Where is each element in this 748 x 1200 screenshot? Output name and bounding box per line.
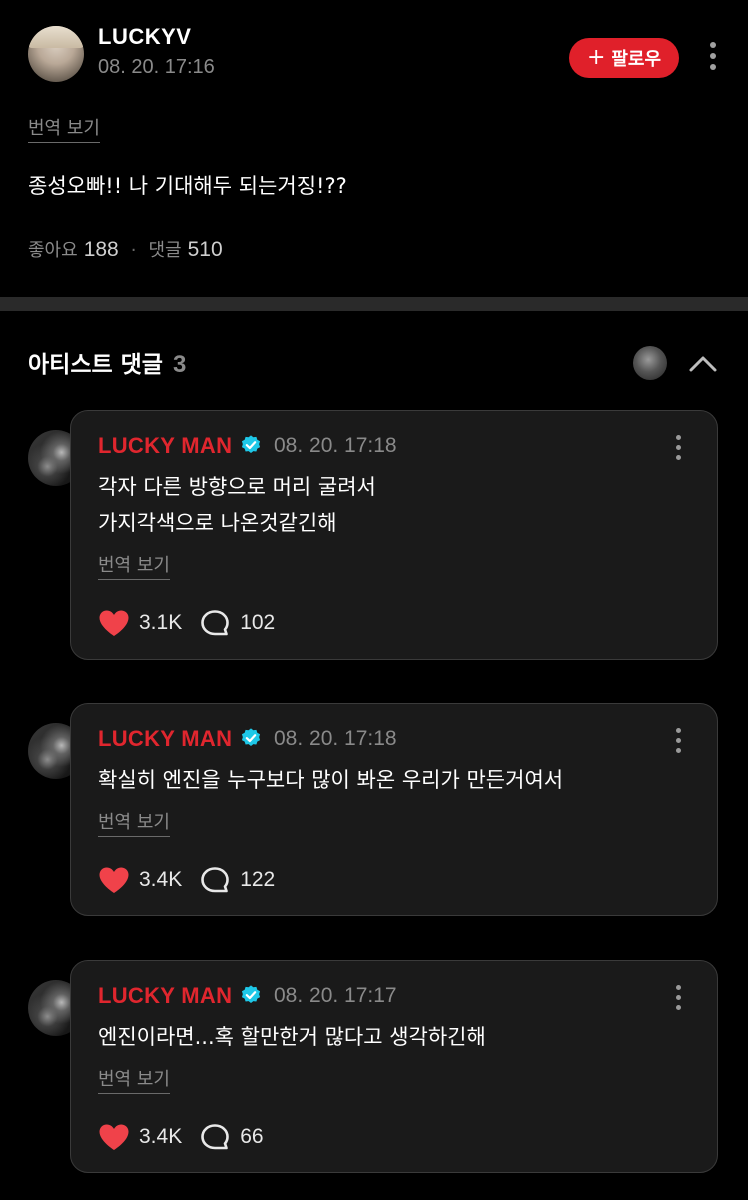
collapse-button[interactable] — [686, 350, 720, 376]
comment-text-line: 각자 다른 방향으로 머리 굴려서 — [98, 475, 376, 499]
reply-button[interactable]: 102 — [200, 609, 275, 637]
post-body-text: 종성오빠!! 나 기대해두 되는거징!?? — [28, 174, 347, 198]
like-button[interactable]: 3.4K — [98, 866, 182, 894]
comment-author-name[interactable]: LUCKY MAN — [98, 433, 232, 459]
artist-comment-card: LUCKY MAN 08. 20. 17:18 각자 다른 방향으로 머리 굴려… — [70, 410, 718, 660]
likes-count[interactable]: 188 — [84, 238, 119, 262]
comment-text: 확실히 엔진을 누구보다 많이 봐온 우리가 만든거여서 — [98, 762, 658, 798]
artist-comments-title: 아티스트 댓글 — [28, 352, 163, 378]
heart-icon — [99, 610, 129, 636]
reply-count: 122 — [240, 868, 276, 891]
artist-comments-header: 아티스트 댓글 3 — [28, 345, 186, 379]
comment-text-line: 엔진이라면...혹 할만한거 많다고 생각하긴해 — [98, 1025, 486, 1049]
comment-timestamp: 08. 20. 17:18 — [274, 434, 397, 457]
comment-text-line: 가지각색으로 나온것같긴해 — [98, 511, 337, 535]
post-stats: 좋아요 188 · 댓글 510 — [28, 236, 223, 262]
comment-translate-link[interactable]: 번역 보기 — [98, 1065, 170, 1094]
like-count: 3.4K — [139, 868, 183, 891]
more-options-icon[interactable] — [709, 42, 717, 70]
like-count: 3.4K — [139, 1125, 183, 1148]
post-translate-link[interactable]: 번역 보기 — [28, 114, 100, 143]
comment-actions: 3.4K 66 — [98, 1123, 264, 1151]
comment-actions: 3.1K 102 — [98, 609, 275, 637]
more-options-icon[interactable] — [674, 985, 682, 1010]
comment-timestamp: 08. 20. 17:17 — [274, 984, 397, 1007]
post-timestamp: 08. 20. 17:16 — [98, 56, 215, 78]
reply-count: 66 — [240, 1125, 264, 1148]
verified-badge-icon — [241, 985, 261, 1003]
artist-comment-card: LUCKY MAN 08. 20. 17:17 엔진이라면...혹 할만한거 많… — [70, 960, 718, 1173]
comment-author-name[interactable]: LUCKY MAN — [98, 983, 232, 1009]
comments-count[interactable]: 510 — [188, 238, 223, 262]
artist-comments-count: 3 — [172, 351, 187, 378]
reply-button[interactable]: 66 — [200, 1123, 264, 1151]
speech-bubble-icon — [201, 1124, 230, 1150]
comment-actions: 3.4K 122 — [98, 866, 275, 894]
like-button[interactable]: 3.4K — [98, 1123, 182, 1151]
artist-comment-card: LUCKY MAN 08. 20. 17:18 확실히 엔진을 누구보다 많이 … — [70, 703, 718, 916]
comment-translate-link[interactable]: 번역 보기 — [98, 808, 170, 837]
section-divider — [0, 297, 748, 311]
comment-text-line: 확실히 엔진을 누구보다 많이 봐온 우리가 만든거여서 — [98, 768, 564, 792]
plus-icon: + — [586, 45, 606, 70]
likes-label: 좋아요 — [28, 240, 78, 261]
post-author-name[interactable]: LUCKYV — [98, 24, 191, 50]
more-options-icon[interactable] — [674, 435, 682, 460]
comment-text: 각자 다른 방향으로 머리 굴려서 가지각색으로 나온것같긴해 — [98, 469, 658, 541]
chevron-up-icon — [689, 356, 717, 372]
follow-button[interactable]: + 팔로우 — [569, 38, 679, 78]
speech-bubble-icon — [201, 610, 230, 636]
more-options-icon[interactable] — [674, 728, 682, 753]
comment-text: 엔진이라면...혹 할만한거 많다고 생각하긴해 — [98, 1019, 658, 1055]
comments-label: 댓글 — [148, 240, 182, 261]
comment-translate-link[interactable]: 번역 보기 — [98, 551, 170, 580]
reply-count: 102 — [240, 611, 276, 634]
avatar-hair-shape — [28, 26, 84, 48]
follow-label: 팔로우 — [611, 49, 662, 70]
verified-badge-icon — [241, 728, 261, 746]
post-header: LUCKYV 08. 20. 17:16 + 팔로우 — [28, 24, 720, 84]
speech-bubble-icon — [201, 867, 230, 893]
reply-button[interactable]: 122 — [200, 866, 275, 894]
comment-author-name[interactable]: LUCKY MAN — [98, 726, 232, 752]
comment-timestamp: 08. 20. 17:18 — [274, 727, 397, 750]
author-avatar[interactable] — [28, 26, 84, 82]
heart-icon — [99, 1124, 129, 1150]
like-count: 3.1K — [139, 611, 183, 634]
verified-badge-icon — [241, 435, 261, 453]
like-button[interactable]: 3.1K — [98, 609, 182, 637]
artist-avatar-small — [633, 346, 667, 380]
stats-separator: · — [130, 240, 137, 261]
heart-icon — [99, 867, 129, 893]
